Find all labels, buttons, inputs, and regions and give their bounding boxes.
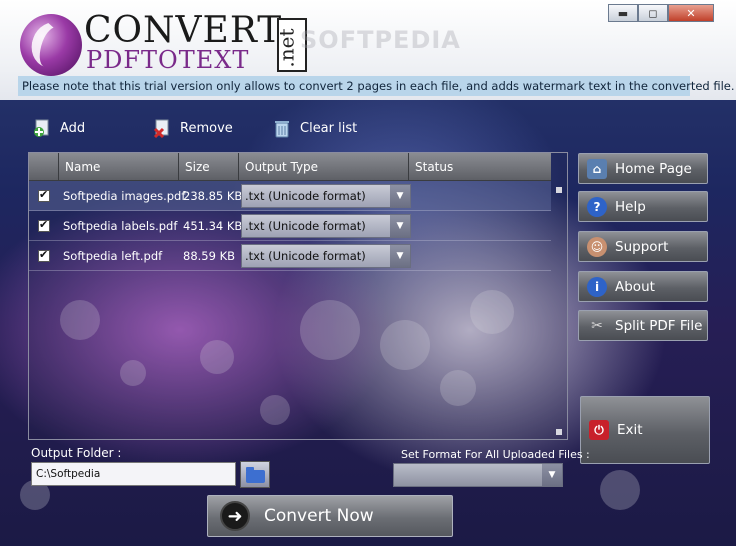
support-button[interactable]: ☺ Support [578, 231, 708, 262]
output-type-value: .txt (Unicode format) [245, 218, 366, 233]
clear-list-label: Clear list [300, 120, 358, 136]
chevron-down-icon[interactable]: ▼ [390, 214, 410, 237]
clear-list-button[interactable]: Clear list [272, 118, 357, 138]
chevron-down-icon[interactable]: ▼ [542, 464, 562, 486]
home-page-label: Home Page [615, 160, 692, 177]
home-icon: ⌂ [587, 158, 607, 179]
info-icon: i [587, 276, 607, 297]
format-all-select[interactable]: ▼ [393, 463, 563, 487]
convert-now-button[interactable]: ➜ Convert Now [207, 495, 453, 537]
app-header: CONVERT PDFTOTEXT .net SOFTPEDIA ▬ ◻ ✕ P… [0, 0, 736, 100]
remove-file-icon [152, 118, 172, 139]
home-page-button[interactable]: ⌂ Home Page [578, 153, 708, 184]
help-label: Help [615, 198, 646, 215]
logo-convert-text: CONVERT [84, 10, 283, 51]
chevron-down-icon[interactable]: ▼ [390, 244, 410, 267]
window-controls: ▬ ◻ ✕ [608, 4, 714, 22]
file-name: Softpedia left.pdf [63, 248, 163, 263]
maximize-button[interactable]: ◻ [638, 4, 668, 22]
file-size: 451.34 KB [183, 218, 243, 233]
output-type-select[interactable]: .txt (Unicode format) ▼ [241, 213, 411, 238]
add-button[interactable]: Add [32, 118, 85, 138]
vertical-scrollbar[interactable] [551, 153, 567, 439]
folder-icon [246, 467, 265, 483]
support-person-icon: ☺ [587, 236, 607, 257]
support-label: Support [615, 238, 669, 255]
file-size: 88.59 KB [183, 248, 236, 263]
exit-label: Exit [617, 422, 643, 438]
add-file-icon [32, 118, 52, 138]
help-icon: ? [587, 196, 607, 217]
bokeh-decoration [600, 470, 640, 510]
row-checkbox[interactable] [38, 188, 50, 202]
scrollbar-down-thumb[interactable] [556, 429, 562, 435]
output-type-select[interactable]: .txt (Unicode format) ▼ [241, 243, 411, 268]
file-name: Softpedia labels.pdf [63, 218, 178, 233]
recycle-bin-icon [272, 118, 292, 138]
logo-net-text: .net [274, 28, 299, 68]
column-name[interactable]: Name [59, 153, 179, 180]
trial-notice: Please note that this trial version only… [18, 76, 735, 96]
scrollbar-up-thumb[interactable] [556, 187, 562, 193]
table-row[interactable]: Softpedia labels.pdf 451.34 KB .txt (Uni… [29, 211, 551, 241]
file-list[interactable]: Name Size Output Type Status Softpedia i… [28, 152, 568, 440]
split-pdf-button[interactable]: ✂ Split PDF File [578, 310, 708, 341]
softpedia-watermark: SOFTPEDIA [300, 26, 461, 54]
table-row[interactable]: Softpedia left.pdf 88.59 KB .txt (Unicod… [29, 241, 551, 271]
column-output-type[interactable]: Output Type [239, 153, 409, 180]
browse-folder-button[interactable] [240, 461, 270, 488]
exit-button[interactable]: ⏻ Exit [580, 396, 710, 464]
help-button[interactable]: ? Help [578, 191, 708, 222]
header-checkbox-column [29, 153, 59, 180]
file-name: Softpedia images.pdf [63, 188, 186, 203]
split-pdf-label: Split PDF File [615, 317, 703, 334]
row-checkbox[interactable] [38, 248, 50, 262]
column-status[interactable]: Status [409, 153, 551, 180]
output-folder-label: Output Folder : [31, 446, 122, 460]
remove-label: Remove [180, 120, 233, 136]
add-label: Add [60, 120, 86, 136]
convert-now-label: Convert Now [264, 506, 374, 526]
output-type-select[interactable]: .txt (Unicode format) ▼ [241, 183, 411, 208]
output-type-value: .txt (Unicode format) [245, 188, 366, 203]
remove-button[interactable]: Remove [152, 118, 233, 139]
about-button[interactable]: i About [578, 271, 708, 302]
minimize-button[interactable]: ▬ [608, 4, 638, 22]
row-checkbox[interactable] [38, 218, 50, 232]
set-format-label: Set Format For All Uploaded Files : [401, 448, 590, 461]
scissors-icon: ✂ [591, 317, 603, 334]
output-folder-input[interactable] [31, 462, 236, 486]
about-label: About [615, 278, 655, 295]
chevron-down-icon[interactable]: ▼ [390, 184, 410, 207]
close-button[interactable]: ✕ [668, 4, 714, 22]
file-size: 238.85 KB [183, 188, 243, 203]
output-type-value: .txt (Unicode format) [245, 248, 366, 263]
table-row[interactable]: Softpedia images.pdf 238.85 KB .txt (Uni… [29, 181, 551, 211]
row-checkbox-cell [29, 218, 59, 232]
row-checkbox-cell [29, 248, 59, 262]
app-window: CONVERT PDFTOTEXT .net SOFTPEDIA ▬ ◻ ✕ P… [0, 0, 736, 546]
column-size[interactable]: Size [179, 153, 239, 180]
logo-pdftotext-text: PDFTOTEXT [86, 46, 250, 74]
row-checkbox-cell [29, 188, 59, 202]
arrow-right-icon: ➜ [220, 501, 250, 531]
file-list-header: Name Size Output Type Status [29, 153, 551, 181]
power-icon: ⏻ [589, 420, 609, 440]
